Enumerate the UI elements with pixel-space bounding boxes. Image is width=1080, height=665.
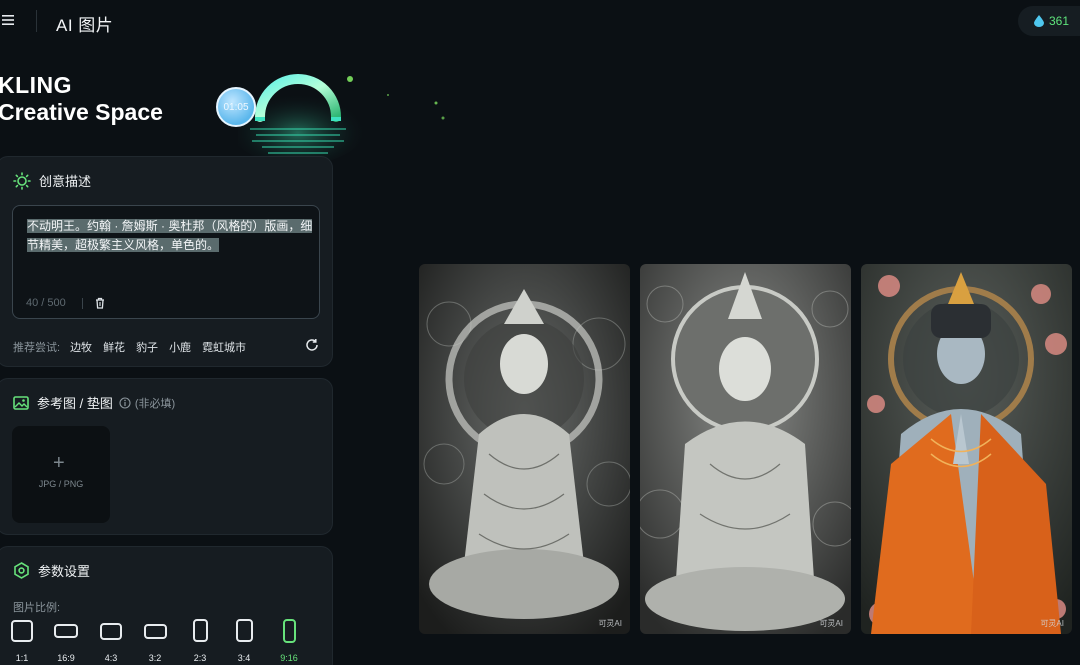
optional-hint: (非必填) [134, 397, 176, 410]
settings-panel: 参数设置 图片比例: 1:1 16:9 4:3 3:2 2:3 3:4 9:16 [0, 546, 333, 665]
reference-panel-title: 参考图 / 垫图 [37, 396, 113, 411]
ratio-1-1-icon [11, 620, 33, 642]
suggestion-chip[interactable]: 边牧 [70, 339, 92, 355]
watermark: 可灵AI [819, 619, 843, 628]
prompt-panel: 创意描述 不动明王。约翰 · 詹姆斯 · 奥杜邦（风格的）版画，细 节精美，超极… [0, 156, 333, 367]
menu-icon[interactable] [0, 12, 14, 28]
ratio-option-2-3[interactable]: 2:3 [185, 619, 215, 663]
ratio-option-4-3[interactable]: 4:3 [96, 619, 126, 663]
top-divider [36, 10, 37, 32]
ratio-3-4-icon [235, 619, 253, 642]
page-title: AI 图片 [56, 16, 114, 35]
result-image-3[interactable]: 可灵AI [861, 264, 1072, 634]
prompt-panel-header: 创意描述 [13, 171, 91, 190]
prompt-line-1: 不动明王。约翰 · 詹姆斯 · 奥杜邦（风格的）版画，细 [27, 219, 313, 233]
suggestion-chip[interactable]: 霓虹城市 [202, 339, 246, 355]
add-icon: + [53, 452, 65, 474]
credits-count: 361 [1049, 14, 1070, 28]
prompt-panel-title: 创意描述 [39, 174, 92, 189]
ratio-9-16-icon [282, 619, 296, 643]
prompt-line-2: 节精美，超极繁主义风格，单色的。 [27, 238, 220, 252]
monochrome-buddha-image [419, 264, 630, 634]
refresh-icon[interactable] [305, 338, 319, 352]
ratio-4-3-icon [100, 623, 122, 640]
result-image-1[interactable]: 可灵AI [419, 264, 630, 634]
char-counter: 40 / 500 [26, 297, 66, 309]
settings-panel-header: 参数设置 [13, 561, 90, 580]
ratio-16-9-icon [54, 624, 78, 638]
ratio-option-3-4[interactable]: 3:4 [229, 619, 259, 663]
ratio-option-1-1[interactable]: 1:1 [7, 619, 37, 663]
ratio-3-2-icon [143, 624, 167, 639]
suggestion-chip[interactable]: 小鹿 [169, 339, 191, 355]
reference-panel-header: 参考图 / 垫图 (非必填) [13, 393, 175, 412]
ratio-option-16-9[interactable]: 16:9 [51, 619, 81, 663]
colored-deity-image [861, 264, 1072, 634]
watermark: 可灵AI [598, 619, 622, 628]
brand-title: KLING [0, 72, 73, 98]
upload-formats: JPG / PNG [38, 479, 84, 489]
top-bar: AI 图片 361 [0, 0, 1080, 42]
suggestion-chip[interactable]: 鲜花 [103, 339, 125, 355]
hero-banner: KLING Creative Space 01:05 [0, 45, 460, 165]
prompt-textarea[interactable]: 不动明王。约翰 · 詹姆斯 · 奥杜邦（风格的）版画，细 节精美，超极繁主义风格… [12, 205, 320, 319]
portal-ring-graphic [238, 74, 445, 165]
credits-badge[interactable]: 361 [1018, 6, 1080, 36]
info-icon[interactable] [119, 396, 131, 409]
ratio-option-label: 1:1 [15, 653, 29, 663]
ratio-option-9-16[interactable]: 9:16 [274, 619, 304, 663]
result-image-2[interactable]: 可灵AI [640, 264, 851, 634]
image-icon [13, 395, 29, 410]
ratio-option-label: 4:3 [104, 653, 118, 663]
watermark: 可灵AI [1040, 619, 1064, 628]
counter-divider [82, 298, 83, 309]
timer-badge: 01:05 [216, 87, 256, 127]
reference-panel: 参考图 / 垫图 (非必填) + JPG / PNG [0, 378, 333, 535]
ratio-option-label: 9:16 [280, 653, 298, 663]
ratio-option-3-2[interactable]: 3:2 [140, 619, 170, 663]
brand-subtitle: Creative Space [0, 99, 163, 125]
ratio-option-label: 2:3 [193, 653, 207, 663]
suggestion-row: 推荐尝试: 边牧 鲜花 豹子 小鹿 霓虹城市 [13, 339, 257, 355]
ratio-2-3-icon [192, 619, 208, 642]
ratio-option-label: 16:9 [57, 653, 75, 663]
ratio-option-label: 3:2 [148, 653, 162, 663]
credit-drop-icon [1034, 15, 1044, 27]
trash-icon[interactable] [94, 297, 106, 309]
settings-panel-title: 参数设置 [38, 564, 91, 579]
suggestion-label: 推荐尝试: [13, 342, 61, 354]
ratio-label: 图片比例: [13, 602, 61, 614]
upload-dropzone[interactable]: + JPG / PNG [12, 426, 110, 523]
monochrome-deity-image [640, 264, 851, 634]
suggestion-chip[interactable]: 豹子 [136, 339, 158, 355]
hexagon-settings-icon [14, 562, 29, 579]
prompt-text[interactable]: 不动明王。约翰 · 詹姆斯 · 奥杜邦（风格的）版画，细 节精美，超极繁主义风格… [27, 217, 317, 255]
ratio-option-label: 3:4 [237, 653, 251, 663]
sun-bulb-icon [13, 171, 31, 190]
